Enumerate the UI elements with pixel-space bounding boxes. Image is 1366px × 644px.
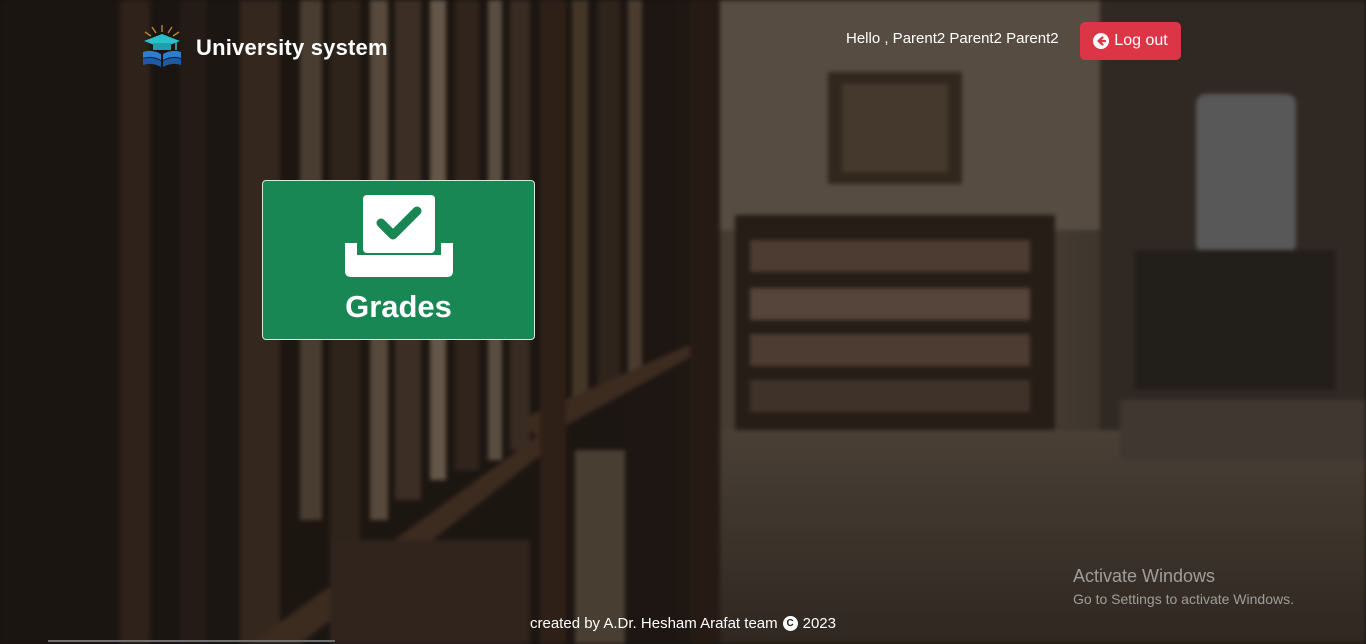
copyright-icon: C <box>782 616 798 631</box>
graduation-books-logo-icon <box>143 25 181 67</box>
grades-card-label: Grades <box>345 289 452 324</box>
arrow-left-circle-icon <box>1093 33 1110 49</box>
user-greeting: Hello , Parent2 Parent2 Parent2 <box>846 30 1059 47</box>
library-background <box>0 0 1366 644</box>
logout-button[interactable]: Log out <box>1080 22 1181 60</box>
footer-year: 2023 <box>802 615 836 632</box>
bottom-divider <box>48 640 335 642</box>
brand-title: University system <box>196 35 388 60</box>
logout-label: Log out <box>1114 32 1168 49</box>
brand[interactable]: University system <box>140 24 388 72</box>
grades-card[interactable]: Grades <box>262 180 535 340</box>
inbox-check-icon <box>344 195 453 277</box>
footer-credit: created by A.Dr. Hesham Arafat team <box>530 615 778 632</box>
footer: created by A.Dr. Hesham Arafat team C 20… <box>0 615 1366 632</box>
activation-subtitle: Go to Settings to activate Windows. <box>1073 591 1294 607</box>
activation-title: Activate Windows <box>1073 566 1216 586</box>
windows-activation-watermark: Activate Windows Go to Settings to activ… <box>1073 566 1294 607</box>
